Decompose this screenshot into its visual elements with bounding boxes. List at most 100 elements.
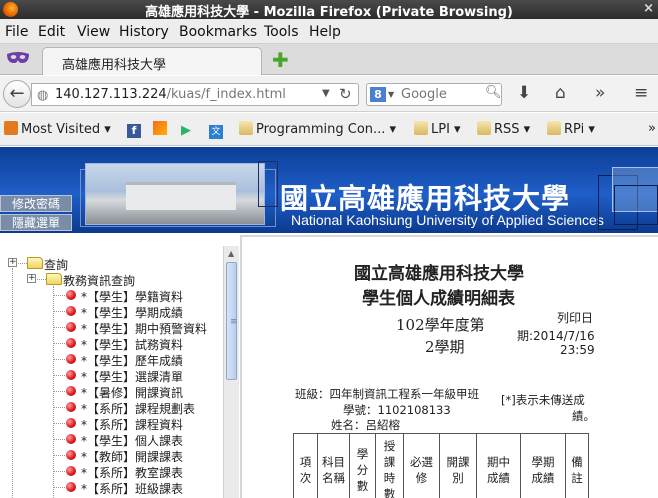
tab-label: 高雄應用科技大學: [62, 58, 167, 73]
url-dropdown-icon[interactable]: ▼: [322, 88, 330, 99]
tree-connector: [54, 471, 65, 472]
menu-bookmarks[interactable]: Bookmarks: [179, 24, 257, 40]
bookmark-label: Most Visited: [21, 122, 101, 137]
report-subtitle: 學生個人成績明細表: [362, 289, 515, 309]
col-header-text: 必選修: [410, 454, 433, 485]
print-date-value: 期:2014/7/16: [517, 329, 595, 343]
tree-root[interactable]: + 查詢: [0, 256, 223, 272]
overflow-chevron-icon[interactable]: »: [595, 83, 605, 103]
bookmark-play[interactable]: ▶: [181, 121, 198, 138]
url-bar[interactable]: ◍ 140.127.113.224/kuas/f_index.html ▼ ↻: [31, 83, 359, 106]
bookmark-folder-rpi[interactable]: RPi ▾: [547, 121, 595, 137]
tree-scrollbar[interactable]: ▲ ≡: [223, 246, 239, 498]
bookmark-facebook[interactable]: f: [127, 121, 144, 138]
expand-icon[interactable]: +: [8, 258, 17, 267]
bookmark-folder-programming[interactable]: Programming Con... ▾: [239, 121, 396, 137]
tree-connector: [54, 487, 65, 488]
scrollbar-thumb[interactable]: ≡: [226, 262, 238, 380]
tree-item[interactable]: *【系所】課程規劃表: [0, 400, 223, 416]
tree-item-label: *【學生】歷年成績: [81, 354, 184, 368]
tree-folder-label: 教務資訊查詢: [63, 274, 136, 288]
bookmark-most-visited[interactable]: Most Visited ▾: [4, 121, 111, 137]
tree-item[interactable]: *【學生】個人課表: [0, 432, 223, 448]
tree-item[interactable]: *【學生】選課清單: [0, 368, 223, 384]
play-store-icon: ▶: [181, 123, 191, 138]
menu-file[interactable]: File: [5, 24, 28, 40]
menu-history[interactable]: History: [119, 24, 169, 40]
tree-connector: [54, 343, 65, 344]
tree-item-label: *【學生】試務資料: [81, 338, 184, 352]
search-engine-dropdown-icon[interactable]: ▼: [388, 90, 394, 99]
back-arrow-icon: ←: [9, 83, 25, 104]
tab-active[interactable]: 高雄應用科技大學: [42, 47, 262, 75]
window-title: 高雄應用科技大學 - Mozilla Firefox (Private Brow…: [145, 5, 513, 20]
banner-decor-frame: [258, 161, 278, 207]
red-bullet-icon: [66, 306, 76, 316]
col-header: 項次: [293, 433, 318, 498]
tree-item-label: *【系所】班級課表: [81, 482, 184, 496]
bookmark-chart[interactable]: [153, 121, 170, 137]
campus-building: [126, 182, 236, 210]
menu-help[interactable]: Help: [309, 24, 341, 40]
bookmarks-overflow-icon[interactable]: »: [648, 121, 656, 136]
tree-item[interactable]: *【學生】試務資料: [0, 336, 223, 352]
menu-view[interactable]: View: [77, 24, 110, 40]
tree-item[interactable]: *【系所】課程資料: [0, 416, 223, 432]
menu-tools[interactable]: Tools: [264, 24, 299, 40]
bookmark-label: Programming Con...: [256, 122, 386, 137]
hide-menu-button[interactable]: 隱藏選單: [0, 214, 72, 231]
close-window-icon[interactable]: ×: [643, 1, 654, 16]
tree-item[interactable]: *【學生】學籍資料: [0, 288, 223, 304]
tree-item[interactable]: *【教師】開課課表: [0, 448, 223, 464]
print-time-value: 23:59: [560, 343, 595, 357]
expand-icon[interactable]: +: [27, 274, 36, 283]
tree-item[interactable]: *【學生】期中預警資料: [0, 320, 223, 336]
url-host: 140.127.113.224: [55, 87, 167, 102]
hamburger-menu-icon[interactable]: ≡: [634, 83, 648, 103]
tree-folder[interactable]: + 教務資訊查詢: [0, 272, 223, 288]
facebook-icon: f: [127, 124, 141, 138]
tree-connector: [37, 279, 46, 280]
back-button[interactable]: ←: [3, 80, 31, 108]
red-bullet-icon: [66, 386, 76, 396]
student-id: 學號：1102108133: [343, 403, 451, 417]
tab-strip: 高雄應用科技大學 ✚: [0, 44, 658, 75]
new-tab-icon[interactable]: ✚: [272, 48, 289, 72]
student-class: 班級：四年制資訊工程系一年級甲班: [295, 387, 479, 401]
campus-photo: [85, 163, 265, 225]
tree-connector: [54, 311, 65, 312]
menu-bar: File Edit View History Bookmarks Tools H…: [0, 19, 658, 44]
reload-icon[interactable]: ↻: [339, 85, 352, 103]
search-icon[interactable]: 🔍︎: [485, 85, 502, 100]
tree-connector: [54, 359, 65, 360]
download-icon[interactable]: ⬇: [517, 83, 531, 103]
tree-connector: [54, 407, 65, 408]
change-password-button[interactable]: 修改密碼: [0, 195, 72, 212]
tree-item[interactable]: *【系所】教室課表: [0, 464, 223, 480]
bookmark-translate[interactable]: 文: [209, 121, 226, 139]
red-bullet-icon: [66, 322, 76, 332]
menu-edit[interactable]: Edit: [38, 24, 65, 40]
col-header-text: 學期成績: [531, 454, 555, 485]
search-bar[interactable]: 8 ▼ 🔍︎: [366, 83, 502, 106]
col-header: 學分數: [349, 433, 376, 498]
tree-connector: [18, 263, 27, 264]
home-icon[interactable]: ⌂: [555, 83, 566, 103]
red-bullet-icon: [66, 338, 76, 348]
bookmark-folder-lpi[interactable]: LPI ▾: [414, 121, 461, 137]
folder-icon: [414, 121, 428, 135]
university-name-zh: 國立高雄應用科技大學: [280, 182, 571, 215]
tree-connector: [54, 375, 65, 376]
tree-item-label: *【學生】學期成績: [81, 306, 184, 320]
search-engine-icon[interactable]: 8: [370, 87, 386, 102]
bookmark-folder-rss[interactable]: RSS ▾: [477, 121, 530, 137]
tree-item[interactable]: *【系所】班級課表: [0, 480, 223, 496]
tree-item[interactable]: *【學生】學期成績: [0, 304, 223, 320]
title-bar: 高雄應用科技大學 - Mozilla Firefox (Private Brow…: [0, 0, 658, 20]
search-input[interactable]: [401, 87, 481, 102]
report-title: 國立高雄應用科技大學: [354, 264, 524, 284]
scroll-up-icon[interactable]: ▲: [228, 249, 234, 258]
tree-item[interactable]: *【學生】歷年成績: [0, 352, 223, 368]
folder-open-icon: [46, 273, 62, 285]
tree-item[interactable]: *【暑修】開課資訊: [0, 384, 223, 400]
